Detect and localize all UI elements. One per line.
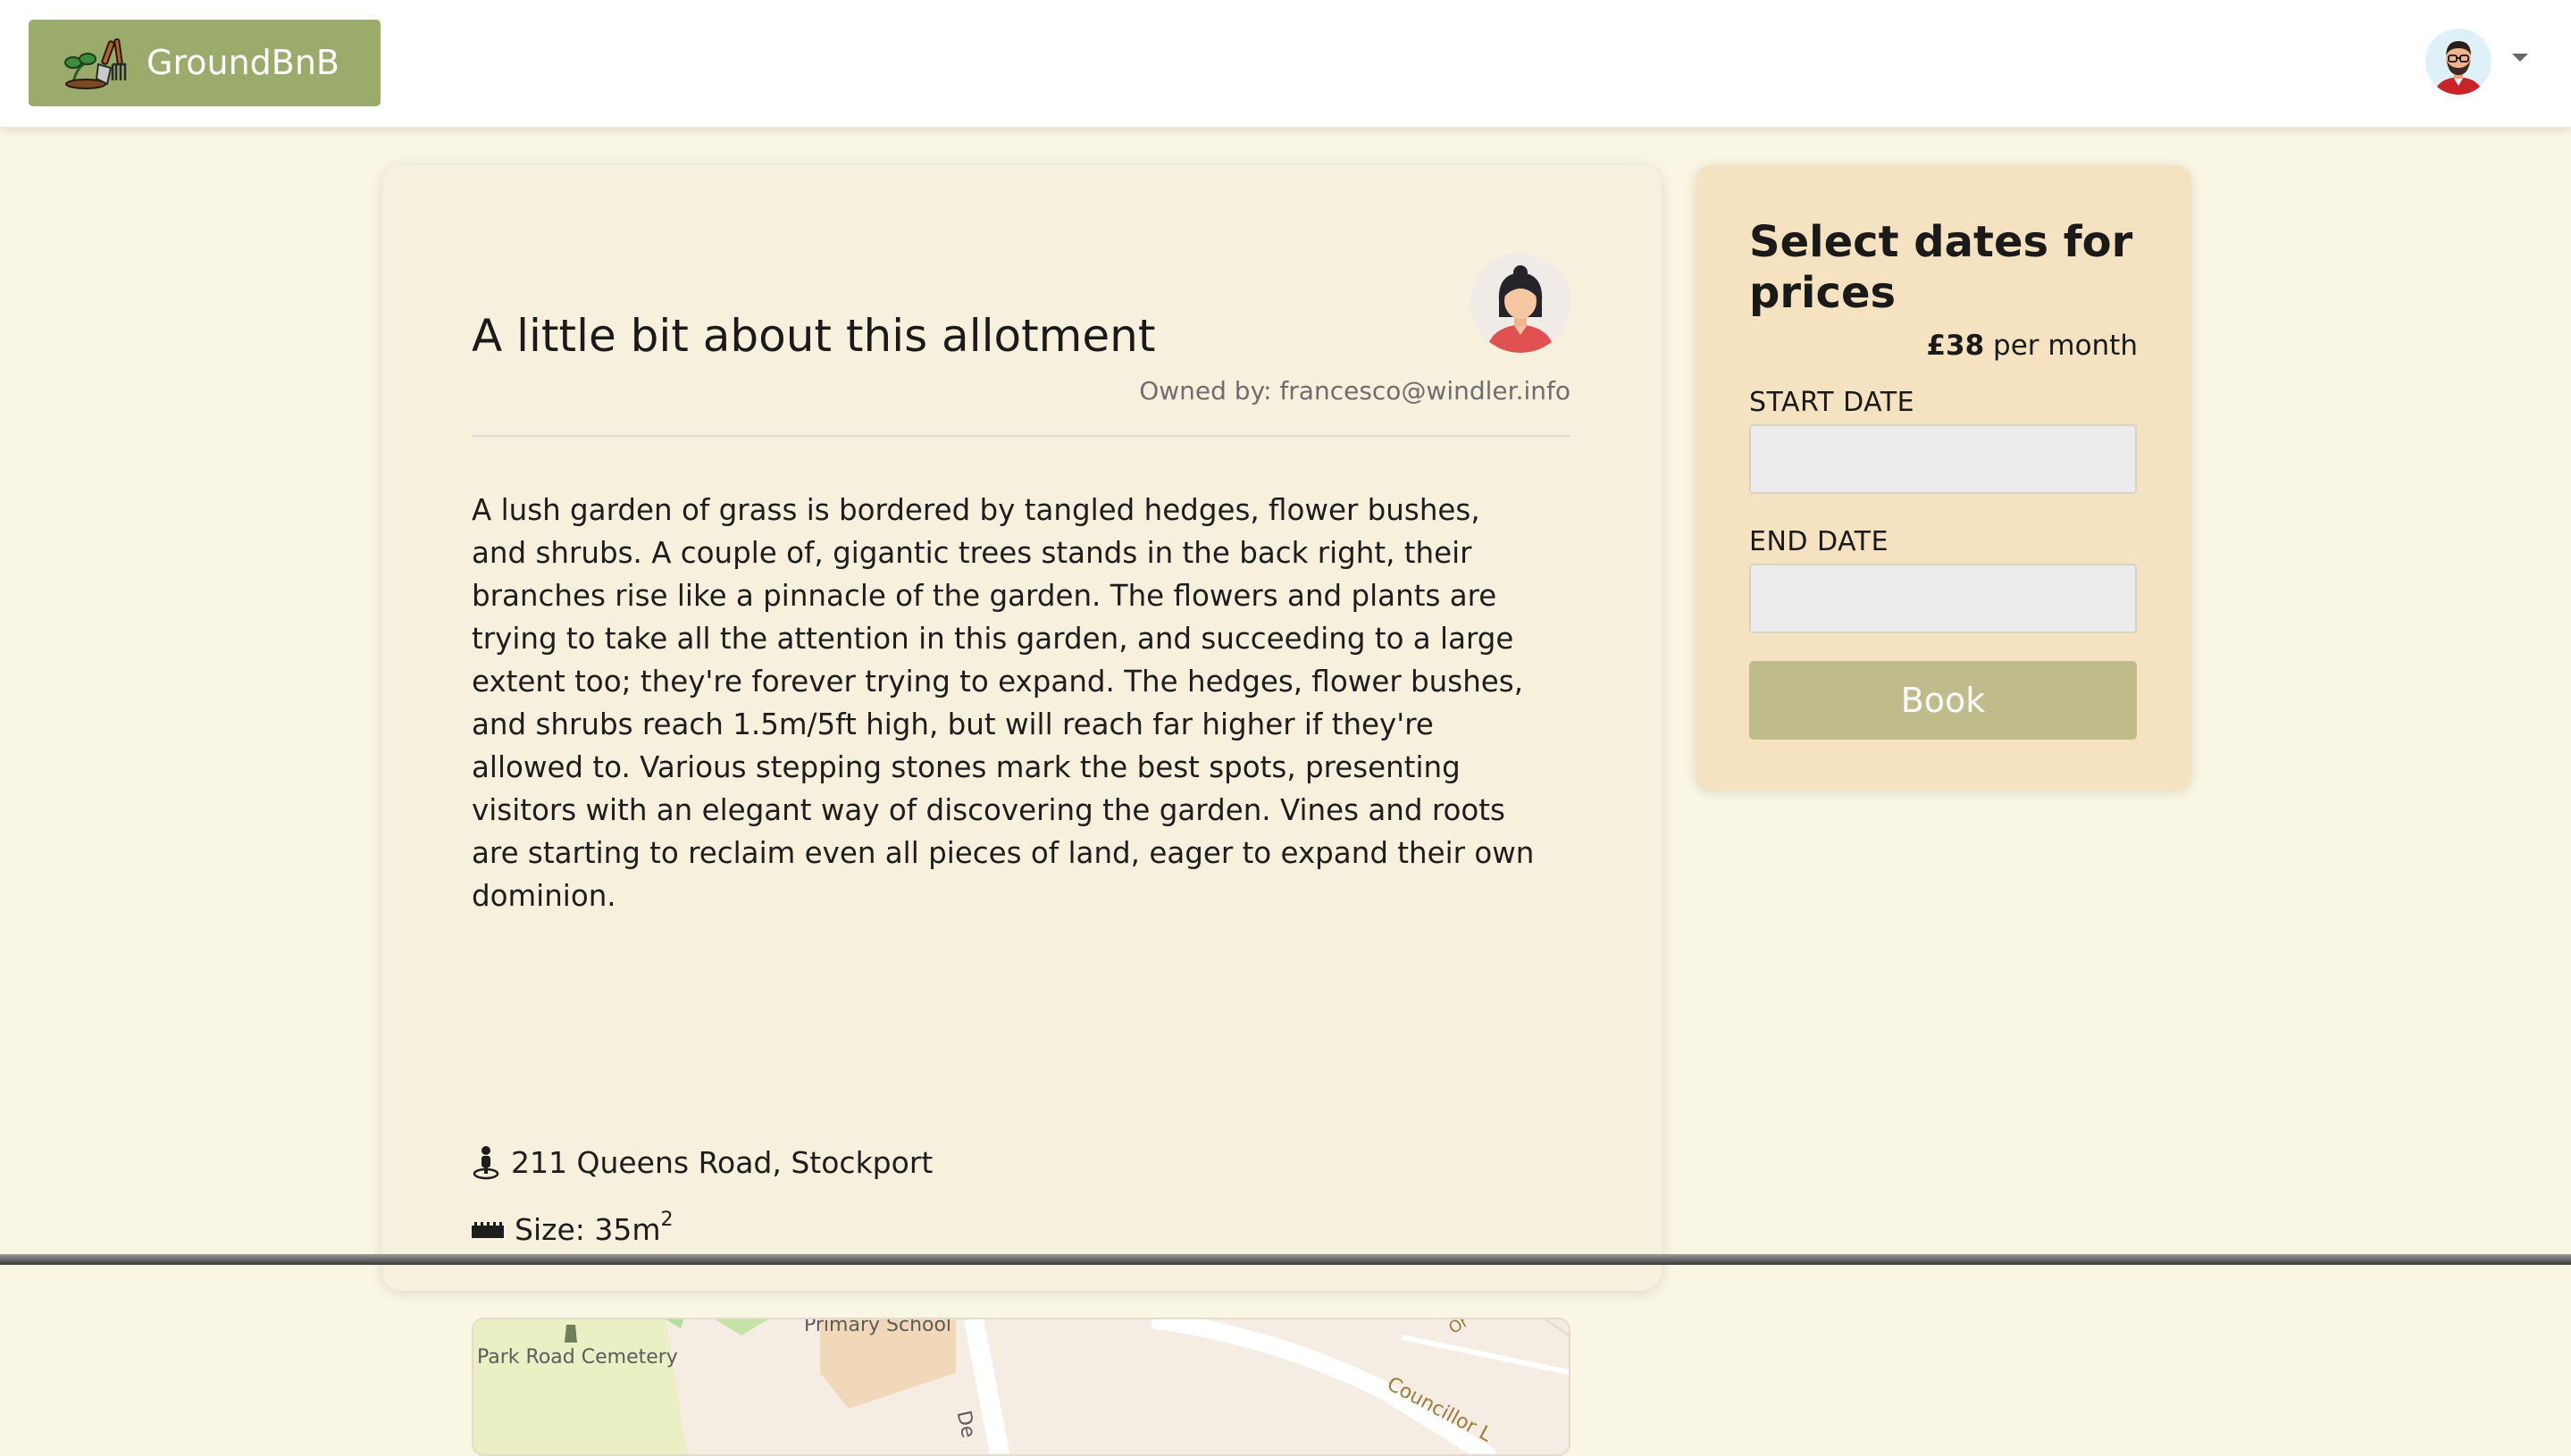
- owner-avatar-icon: [1470, 253, 1570, 353]
- location-map[interactable]: Park Road Cemetery Primary School Counci…: [472, 1318, 1570, 1456]
- listing-address: 211 Queens Road, Stockport: [511, 1144, 934, 1180]
- user-avatar-icon[interactable]: [2425, 29, 2491, 95]
- map-label-school: Primary School: [804, 1318, 952, 1336]
- chevron-down-icon[interactable]: [2512, 54, 2528, 62]
- price-amount: £38: [1926, 330, 1985, 362]
- booking-title: Select dates for prices: [1749, 217, 2133, 318]
- start-date-input[interactable]: [1749, 424, 2137, 494]
- brand-name: GroundBnB: [147, 43, 339, 82]
- start-date-label: START DATE: [1749, 387, 1915, 418]
- listing-description: A lush garden of grass is bordered by ta…: [472, 493, 1535, 913]
- end-date-label: END DATE: [1749, 526, 1889, 557]
- top-navbar: GroundBnB: [0, 0, 2571, 127]
- brand-home-link[interactable]: GroundBnB: [29, 20, 381, 106]
- size-row: Size: 35m2: [472, 1209, 674, 1247]
- end-date-input[interactable]: [1749, 564, 2137, 633]
- owner-email: Owned by: francesco@windler.info: [1139, 376, 1570, 406]
- book-button[interactable]: Book: [1749, 661, 2137, 740]
- price-line: £38 per month: [1926, 330, 2138, 362]
- garden-tools-icon: [64, 38, 127, 89]
- divider: [472, 435, 1570, 437]
- window-bottom-edge: [0, 1254, 2571, 1265]
- booking-card: Select dates for prices £38 per month ST…: [1696, 165, 2191, 791]
- price-suffix: per month: [1984, 330, 2138, 362]
- address-row: 211 Queens Road, Stockport: [472, 1144, 933, 1180]
- listing-title: A little bit about this allotment: [472, 310, 1156, 362]
- map-label-cemetery: Park Road Cemetery: [477, 1346, 678, 1368]
- ruler-icon: [472, 1221, 504, 1238]
- listing-size: Size: 35m2: [515, 1209, 674, 1247]
- listing-card: A little bit about this allotment Owned …: [382, 165, 1662, 1456]
- location-person-icon: [473, 1146, 499, 1180]
